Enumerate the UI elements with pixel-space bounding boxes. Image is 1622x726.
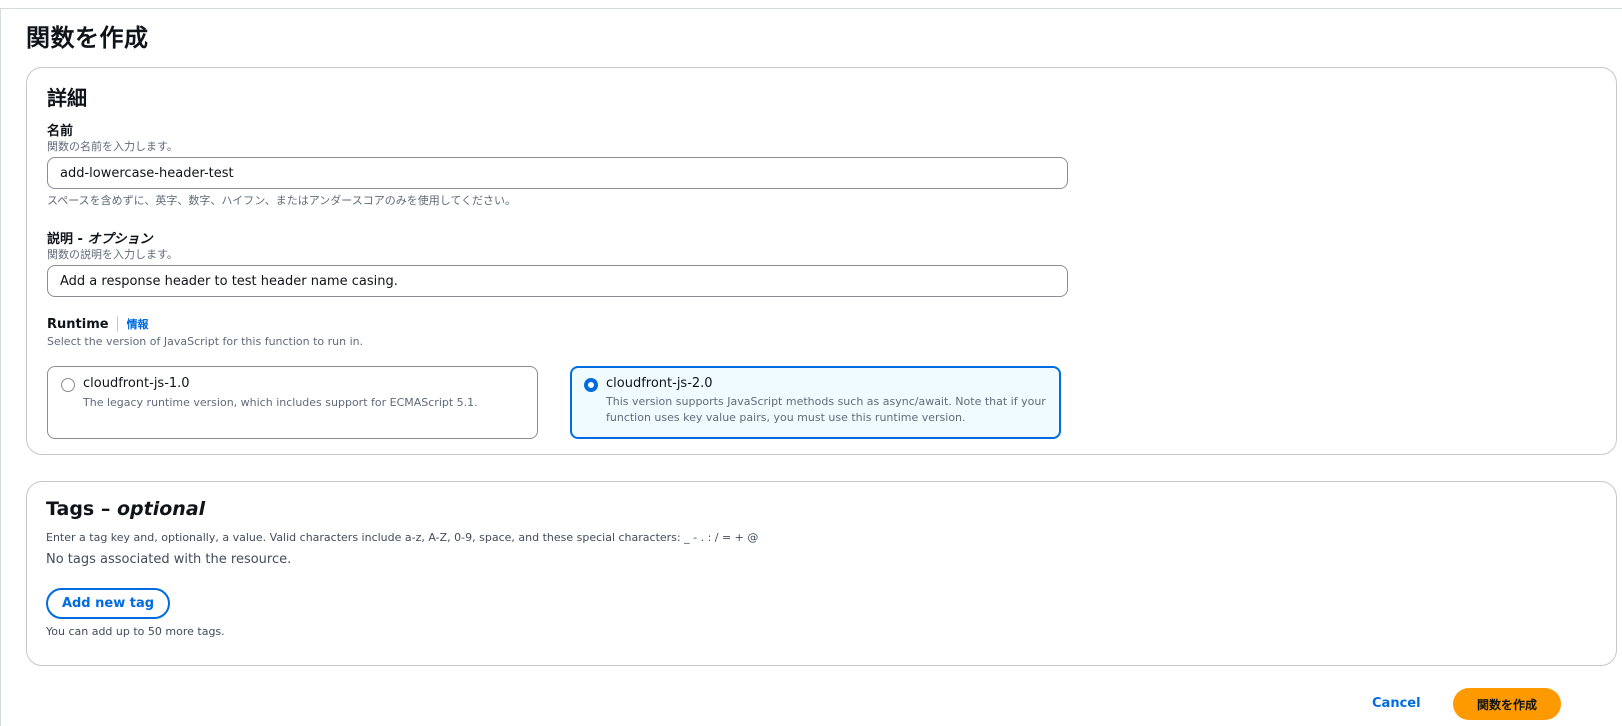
runtime-option-title: cloudfront-js-1.0 — [83, 376, 190, 391]
create-function-button[interactable]: 関数を作成 — [1453, 688, 1561, 720]
description-help: 関数の説明を入力します。 — [47, 248, 178, 261]
runtime-label: Runtime — [47, 316, 109, 332]
name-constraint: スペースを含めずに、英字、数字、ハイフン、またはアンダースコアのみを使用してくだ… — [47, 194, 517, 207]
radio-unchecked-icon[interactable] — [61, 378, 75, 392]
tags-title-text: Tags – — [46, 498, 117, 520]
runtime-option-title: cloudfront-js-2.0 — [606, 376, 713, 391]
runtime-option-description: This version supports JavaScript methods… — [606, 395, 1046, 424]
name-description: 関数の名前を入力します。 — [47, 140, 178, 153]
description-input[interactable] — [47, 265, 1068, 297]
tags-hint: Enter a tag key and, optionally, a value… — [46, 531, 759, 544]
tags-panel: Tags – optional Enter a tag key and, opt… — [26, 481, 1617, 666]
runtime-description: Select the version of JavaScript for thi… — [47, 335, 364, 348]
description-label: 説明 - オプション — [47, 228, 152, 247]
description-label-text: 説明 - — [47, 232, 88, 247]
name-input[interactable] — [47, 157, 1068, 189]
cancel-button[interactable]: Cancel — [1372, 696, 1421, 711]
details-panel: 詳細 名前 関数の名前を入力します。 スペースを含めずに、英字、数字、ハイフン、… — [26, 67, 1617, 455]
name-label: 名前 — [47, 124, 74, 139]
tags-limit-text: You can add up to 50 more tags. — [46, 625, 225, 638]
page-title: 関数を作成 — [26, 24, 149, 52]
runtime-label-row: Runtime 情報 — [47, 316, 149, 332]
description-label-optional: オプション — [87, 232, 153, 247]
runtime-label-separator — [116, 316, 118, 332]
left-divider — [0, 8, 1, 726]
tags-title-optional: optional — [116, 498, 206, 520]
runtime-option-description: The legacy runtime version, which includ… — [83, 396, 478, 409]
runtime-option-js-1[interactable]: cloudfront-js-1.0 The legacy runtime ver… — [47, 366, 538, 439]
radio-checked-icon[interactable] — [584, 378, 598, 392]
tags-empty-message: No tags associated with the resource. — [46, 552, 292, 567]
runtime-option-js-2[interactable]: cloudfront-js-2.0 This version supports … — [570, 366, 1061, 439]
runtime-info-link[interactable]: 情報 — [127, 316, 149, 332]
add-new-tag-button[interactable]: Add new tag — [46, 588, 170, 619]
details-title: 詳細 — [47, 86, 87, 110]
top-divider — [0, 8, 1622, 9]
tags-title: Tags – optional — [46, 498, 205, 520]
